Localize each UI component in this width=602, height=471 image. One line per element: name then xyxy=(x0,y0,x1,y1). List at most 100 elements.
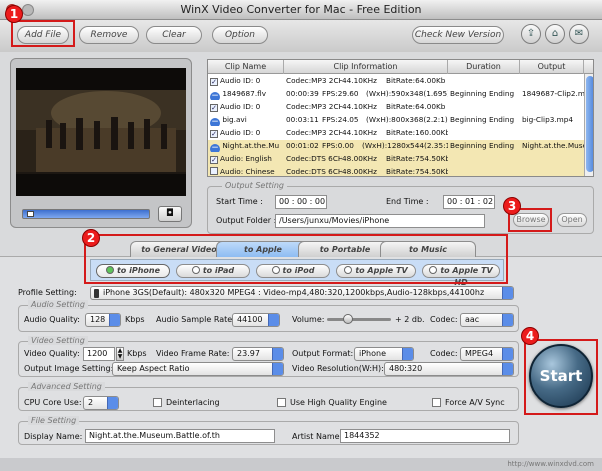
artist-name-label: Artist Name: xyxy=(292,432,343,441)
title-bar: WinX Video Converter for Mac - Free Edit… xyxy=(0,0,602,20)
cpu-core-label: CPU Core Use: xyxy=(24,398,82,407)
cpu-core-select[interactable]: 2 xyxy=(83,396,119,410)
output-image-setting-label: Output Image Setting: xyxy=(24,364,114,373)
highlight-format-tabs xyxy=(84,234,508,284)
seek-bar[interactable] xyxy=(22,209,150,219)
volume-value: + 2 db. xyxy=(395,315,425,324)
table-row-selected[interactable]: ✓ Audio: English Codec:DTS 6CH 48.00KHz B… xyxy=(208,153,593,165)
video-quality-input[interactable]: 1200 xyxy=(83,347,115,361)
high-quality-engine-label: Use High Quality Engine xyxy=(290,398,387,407)
video-frame-image xyxy=(16,68,186,196)
audio-checkbox[interactable] xyxy=(210,167,218,175)
collapse-icon[interactable]: − xyxy=(210,144,220,152)
camera-icon[interactable]: ◘ xyxy=(158,206,182,222)
column-header-clip-info[interactable]: Clip Information xyxy=(284,60,448,74)
deinterlacing-checkbox[interactable] xyxy=(153,398,162,407)
video-frame-rate-label: Video Frame Rate: xyxy=(156,349,230,358)
table-row[interactable]: ✓ Audio ID: 0 Codec:MP3 2CH 44.10KHz BitR… xyxy=(208,75,593,87)
audio-checkbox[interactable]: ✓ xyxy=(210,78,218,86)
audio-checkbox[interactable]: ✓ xyxy=(210,156,218,164)
video-quality-label: Video Quality: xyxy=(24,349,80,358)
website-link[interactable]: http://www.winxdvd.com xyxy=(507,460,594,468)
upload-icon[interactable]: ⇪ xyxy=(521,24,541,44)
profile-select[interactable]: iPhone 3GS(Default): 480x320 MPEG4 : Vid… xyxy=(90,286,514,300)
video-frame-rate-select[interactable]: 23.97 xyxy=(232,347,284,361)
video-resolution-select[interactable]: 480:320 xyxy=(384,362,514,376)
seek-handle[interactable] xyxy=(27,211,34,217)
force-av-sync-label: Force A/V Sync xyxy=(445,398,505,407)
audio-codec-label: Codec: xyxy=(430,315,458,324)
display-name-input[interactable]: Night.at.the.Museum.Battle.of.th xyxy=(85,429,275,443)
start-time-input[interactable]: 00 : 00 : 00 xyxy=(275,195,327,209)
audio-quality-select[interactable]: 128 xyxy=(85,313,121,327)
badge-4: 4 xyxy=(521,327,539,345)
output-folder-input[interactable]: /Users/junxu/Movies/iPhone xyxy=(275,214,485,228)
table-scrollbar[interactable] xyxy=(584,74,593,176)
start-time-label: Start Time : xyxy=(216,197,263,206)
remove-button[interactable]: Remove xyxy=(79,26,139,44)
output-image-setting-select[interactable]: Keep Aspect Ratio xyxy=(112,362,284,376)
advanced-setting-title: Advanced Setting xyxy=(28,382,105,391)
check-new-version-button[interactable]: Check New Version xyxy=(412,26,504,44)
deinterlacing-label: Deinterlacing xyxy=(166,398,220,407)
badge-2: 2 xyxy=(82,229,100,247)
audio-quality-label: Audio Quality: xyxy=(24,315,80,324)
home-icon[interactable]: ⌂ xyxy=(545,24,565,44)
display-name-label: Display Name: xyxy=(24,432,83,441)
video-setting-title: Video Setting xyxy=(28,336,88,345)
audio-quality-unit: Kbps xyxy=(125,315,145,324)
option-button[interactable]: Option xyxy=(212,26,268,44)
end-time-input[interactable]: 00 : 01 : 02 xyxy=(443,195,495,209)
badge-3: 3 xyxy=(503,197,521,215)
collapse-icon[interactable]: − xyxy=(210,92,220,100)
audio-sample-rate-label: Audio Sample Rate: xyxy=(156,315,235,324)
audio-checkbox[interactable]: ✓ xyxy=(210,104,218,112)
minimize-window-button[interactable] xyxy=(22,4,34,16)
mail-icon[interactable]: ✉ xyxy=(569,24,589,44)
video-preview xyxy=(16,68,186,196)
artist-name-input[interactable]: 1844352 xyxy=(340,429,510,443)
table-row[interactable]: − 1849687.flv 00:00:39 FPS:29.60 (WxH):5… xyxy=(208,88,593,100)
footer: http://www.winxdvd.com xyxy=(0,458,602,471)
table-row[interactable]: ✓ Audio ID: 0 Codec:MP3 2CH 44.10KHz BitR… xyxy=(208,101,593,113)
table-header: Clip Name Clip Information Duration Outp… xyxy=(208,60,593,74)
table-row-selected[interactable]: − Night.at.the.Mu 00:01:02 FPS:0.00 (WxH… xyxy=(208,140,593,152)
volume-slider-thumb[interactable] xyxy=(343,314,353,324)
window-title: WinX Video Converter for Mac - Free Edit… xyxy=(180,3,422,16)
audio-checkbox[interactable]: ✓ xyxy=(210,130,218,138)
column-header-output[interactable]: Output xyxy=(520,60,584,74)
video-quality-stepper[interactable]: ▲ ▼ xyxy=(116,347,124,361)
volume-label: Volume: xyxy=(292,315,325,324)
output-folder-label: Output Folder : xyxy=(216,216,277,225)
column-header-clip-name[interactable]: Clip Name xyxy=(208,60,284,74)
video-resolution-label: Video Resolution(W:H): xyxy=(292,364,384,373)
open-button[interactable]: Open xyxy=(557,213,587,227)
output-format-select[interactable]: iPhone xyxy=(354,347,414,361)
video-codec-label: Codec: xyxy=(430,349,458,358)
output-setting-title: Output Setting xyxy=(222,181,287,190)
clear-button[interactable]: Clear xyxy=(146,26,202,44)
output-format-label: Output Format: xyxy=(292,349,354,358)
scrollbar-thumb[interactable] xyxy=(586,76,593,172)
audio-codec-select[interactable]: aac xyxy=(460,313,514,327)
clip-table: Clip Name Clip Information Duration Outp… xyxy=(207,59,594,177)
force-av-sync-checkbox[interactable] xyxy=(432,398,441,407)
table-row-selected[interactable]: Audio: Chinese Codec:DTS 6CH 48.00KHz Bi… xyxy=(208,166,593,176)
video-codec-select[interactable]: MPEG4 xyxy=(460,347,514,361)
table-row[interactable]: ✓ Audio ID: 0 Codec:MP3 2CH 44.10KHz BitR… xyxy=(208,127,593,139)
audio-sample-rate-select[interactable]: 44100 xyxy=(232,313,280,327)
table-row[interactable]: − big.avi 00:03:11 FPS:24.05 (WxH):800x3… xyxy=(208,114,593,126)
high-quality-engine-checkbox[interactable] xyxy=(277,398,286,407)
collapse-icon[interactable]: − xyxy=(210,118,220,126)
video-quality-unit: Kbps xyxy=(127,349,147,358)
file-setting-title: File Setting xyxy=(28,416,80,425)
highlight-start xyxy=(524,339,598,415)
profile-setting-label: Profile Setting: xyxy=(18,288,77,297)
iphone-icon xyxy=(94,289,99,298)
audio-setting-title: Audio Setting xyxy=(28,300,88,309)
end-time-label: End Time : xyxy=(386,197,429,206)
highlight-add-file xyxy=(11,20,75,47)
column-header-duration[interactable]: Duration xyxy=(448,60,520,74)
badge-1: 1 xyxy=(5,5,23,23)
volume-slider[interactable] xyxy=(327,314,391,324)
